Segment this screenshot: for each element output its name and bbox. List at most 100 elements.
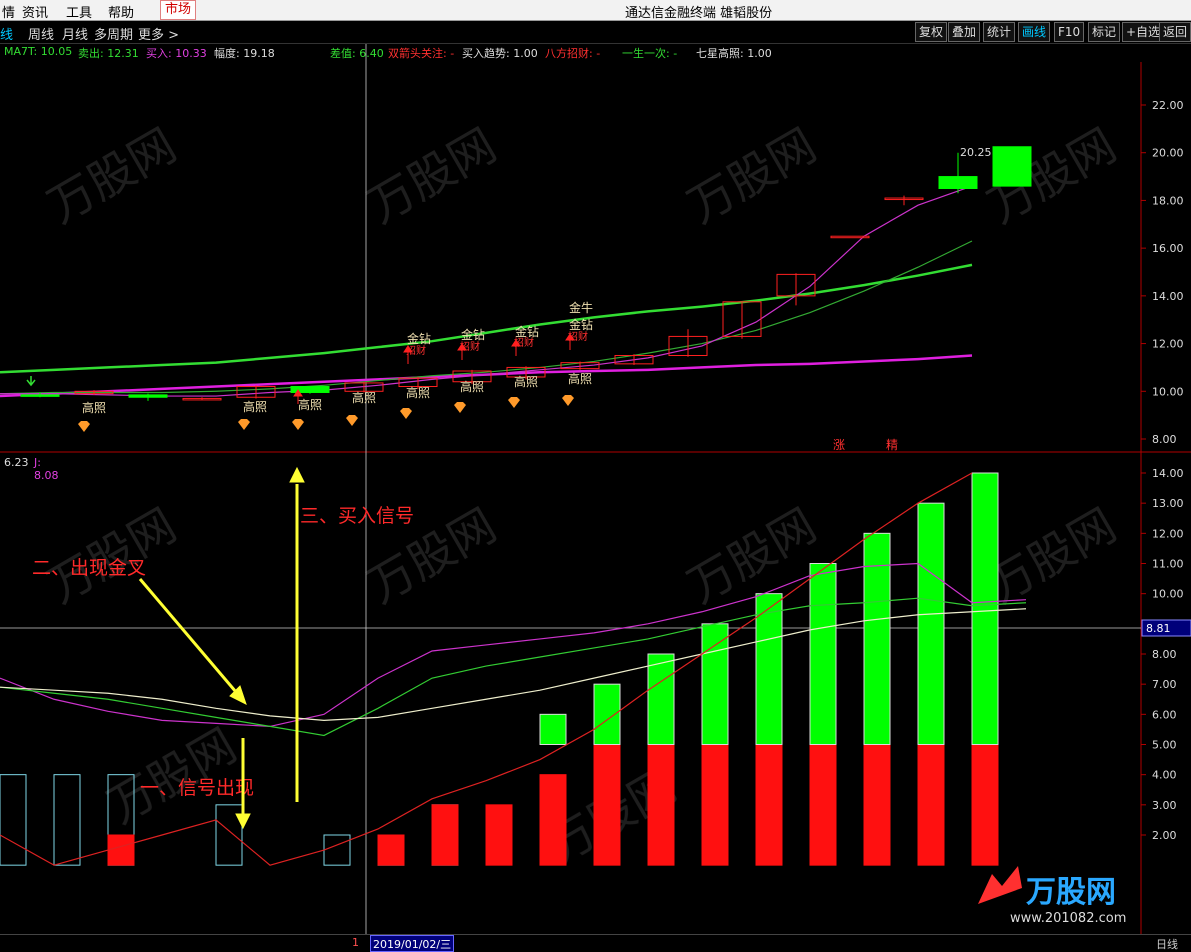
sub-axis-label: 6.00 (1152, 708, 1177, 721)
arrow-golden-cross (138, 578, 238, 693)
green-bar (593, 683, 621, 746)
add-watchlist-button[interactable]: +自选 (1122, 22, 1165, 42)
diamond-icon (508, 397, 520, 408)
menu-item-news[interactable]: 资讯 (22, 2, 48, 21)
red-bar (971, 744, 999, 866)
annotation-buy-signal: 三、买入信号 (300, 505, 414, 527)
stock-name: 雄韬股份 (720, 6, 773, 21)
candlesticks (20, 146, 1032, 401)
adjust-button[interactable]: 复权 (915, 22, 948, 42)
diamond-icon (400, 408, 412, 419)
sub-axis-label: 11.00 (1152, 558, 1184, 571)
sub-axis-label: 14.00 (1152, 467, 1184, 480)
green-bar (917, 502, 945, 745)
red-bar (485, 804, 513, 866)
main-axis-label: 16.00 (1152, 242, 1184, 255)
red-bar (107, 834, 135, 866)
app-name: 通达信金融终端 (625, 6, 717, 21)
red-bar (809, 744, 837, 866)
candle-body (992, 146, 1032, 187)
main-axis-label: 8.00 (1152, 433, 1177, 446)
arrow-head-icon (235, 813, 251, 830)
main-axis-label: 18.00 (1152, 194, 1184, 207)
high-price-label: 20.25 (960, 146, 992, 159)
tab-weekly[interactable]: 周线 (28, 24, 54, 43)
signal-jinzuan-4: 金钻 (569, 317, 593, 332)
signal-gaozhao-4: 高照 (352, 390, 376, 405)
signal-labels: 高照 高照 高照 高照 高照 高照 高照 高照 金钻 金钻 金钻 金钻 金牛 招… (82, 300, 898, 452)
main-axis-label: 22.00 (1152, 99, 1184, 112)
ma-line (0, 263, 973, 374)
annotation-golden-cross: 二、出现金叉 (32, 557, 146, 579)
main-axis-label: 20.00 (1152, 147, 1184, 160)
ma-line (0, 354, 973, 398)
logo-brand-text: 万股网 (1026, 875, 1116, 910)
watermark-brand-7: 万股网 (679, 498, 826, 614)
mark-button[interactable]: 标记 (1088, 22, 1121, 42)
red-bar (755, 744, 783, 866)
watermark-brand-5: 万股网 (39, 498, 186, 614)
red-bar (647, 744, 675, 866)
menu-item-market[interactable]: 市场 (160, 0, 197, 20)
f10-button[interactable]: F10 (1054, 22, 1085, 42)
menu-item-help[interactable]: 帮助 (108, 2, 134, 21)
signal-jinzuan-2: 金钻 (461, 327, 485, 342)
logo-url-text: www.201082.com (1010, 911, 1126, 926)
sub-axis-label: 10.00 (1152, 588, 1184, 601)
main-price-axis: 8.00 10.00 12.00 14.00 16.00 18.00 20.00 22.00 (1141, 99, 1184, 446)
moving-average-lines (0, 185, 973, 398)
period-label: 日线 (1156, 938, 1178, 951)
watermark-brand-8: 万股网 (979, 498, 1126, 614)
red-bar (377, 834, 405, 866)
sub-axis-label: 13.00 (1152, 497, 1184, 510)
arrow-head-icon (289, 466, 305, 483)
diamond-icon (562, 395, 574, 406)
diamond-icon (238, 419, 250, 430)
diamond-icon (454, 402, 466, 413)
menu-item-view[interactable]: 情 (2, 2, 15, 21)
signal-jinniu: 金牛 (569, 300, 593, 315)
signal-gaozhao-3: 高照 (298, 397, 322, 412)
chart-canvas[interactable]: 万股网 万股网 万股网 万股网 万股网 万股网 万股网 万股网 万股网 万股网 … (0, 44, 1191, 934)
crosshair-value: 8.81 (1146, 622, 1171, 635)
stats-button[interactable]: 统计 (983, 22, 1016, 42)
green-bar (701, 623, 729, 745)
tab-daily[interactable]: 线 (0, 24, 13, 43)
signal-gaozhao-6: 高照 (460, 379, 484, 394)
annotation-signal-appear: 一、信号出现 (140, 777, 254, 799)
outline-bar (53, 774, 81, 866)
signal-gaozhao-1: 高照 (82, 400, 106, 415)
tab-monthly[interactable]: 月线 (62, 24, 88, 43)
period-toolbar: 线 周线 月线 多周期 更多 > 复权 叠加 统计 画线 F10 标记 +自选 … (0, 21, 1191, 44)
draw-line-button[interactable]: 画线 (1018, 22, 1051, 42)
red-bar (593, 744, 621, 866)
watermark: 万股网 万股网 万股网 万股网 万股网 万股网 万股网 万股网 万股网 万股网 (39, 118, 1126, 874)
main-axis-label: 12.00 (1152, 338, 1184, 351)
green-bar (971, 472, 999, 745)
signal-gaozhao-2: 高照 (243, 399, 267, 414)
red-bar (539, 774, 567, 866)
sub-axis-label: 7.00 (1152, 678, 1177, 691)
brand-logo: 万股网 www.201082.com (978, 866, 1126, 926)
overlay-button[interactable]: 叠加 (948, 22, 981, 42)
diamond-icon (346, 415, 358, 426)
main-axis-label: 14.00 (1152, 290, 1184, 303)
watermark-brand-1: 万股网 (39, 118, 186, 234)
diamond-icon (292, 419, 304, 430)
signal-gaozhao-7: 高照 (514, 374, 538, 389)
diamond-icon (78, 421, 90, 432)
menu-item-tools[interactable]: 工具 (66, 2, 92, 21)
outline-bar (323, 834, 351, 866)
red-bar (863, 744, 891, 866)
sub-axis-label: 12.00 (1152, 527, 1184, 540)
signal-gaozhao-8: 高照 (568, 371, 592, 386)
back-button[interactable]: 返回 (1159, 22, 1191, 42)
tab-multi-period[interactable]: 多周期 (94, 24, 133, 43)
sub-axis-label: 3.00 (1152, 799, 1177, 812)
red-bar (431, 804, 459, 866)
diamond-icons (78, 395, 574, 432)
tab-more[interactable]: 更多 > (138, 24, 179, 43)
outline-bar (0, 774, 27, 866)
green-bar (539, 713, 567, 745)
red-bar (701, 744, 729, 866)
